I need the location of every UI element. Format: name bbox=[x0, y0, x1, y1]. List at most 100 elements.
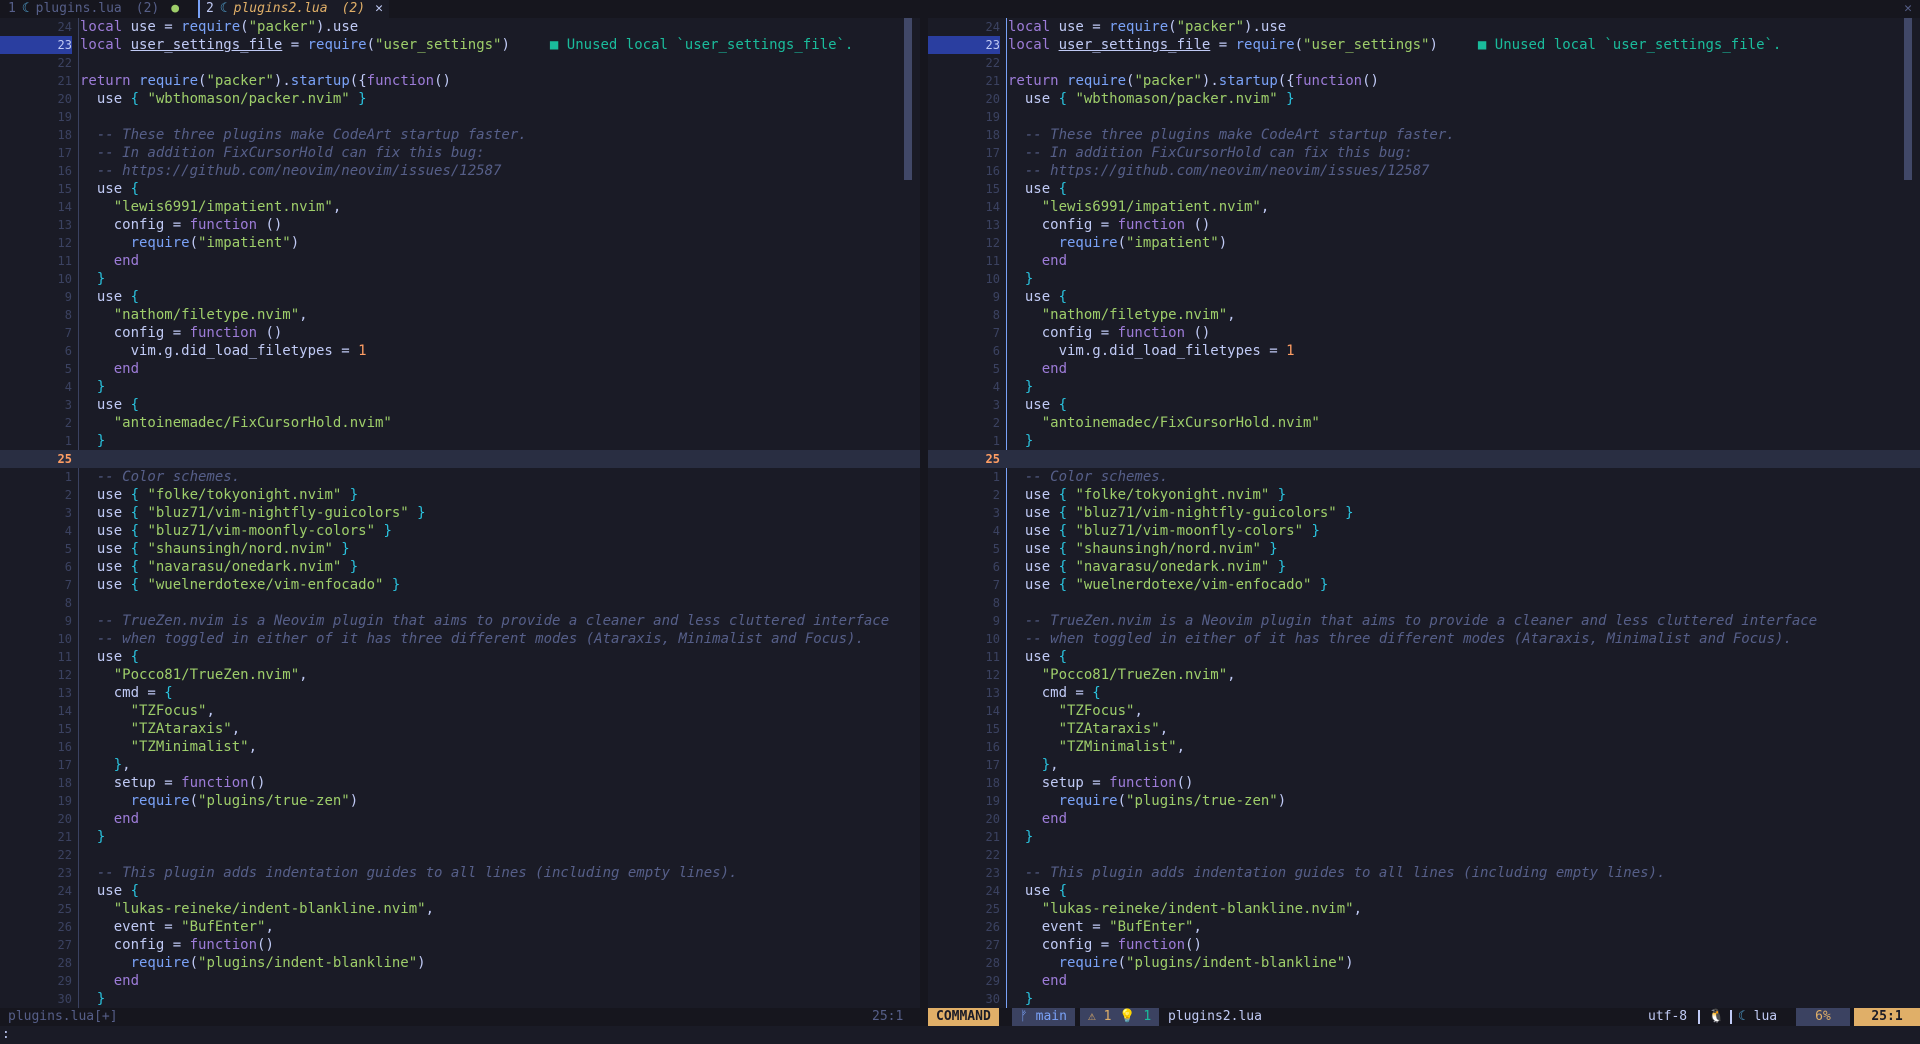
code-line[interactable]: 6 vim.g.did_load_filetypes = 1 bbox=[0, 342, 920, 360]
window-separator[interactable] bbox=[920, 18, 928, 1010]
code-line[interactable]: 16 -- https://github.com/neovim/neovim/i… bbox=[0, 162, 920, 180]
code-line[interactable]: 25 "lukas-reineke/indent-blankline.nvim"… bbox=[928, 900, 1920, 918]
code-line[interactable]: 7 config = function () bbox=[0, 324, 920, 342]
code-line[interactable]: 23 -- This plugin adds indentation guide… bbox=[928, 864, 1920, 882]
code-line[interactable]: 26 event = "BufEnter", bbox=[0, 918, 920, 936]
code-line[interactable]: 13 config = function () bbox=[928, 216, 1920, 234]
code-line[interactable]: 3 use { bbox=[0, 396, 920, 414]
code-line[interactable]: 21 return require("packer").startup({func… bbox=[928, 72, 1920, 90]
code-area[interactable]: 24 local use = require("packer").use 23 loc… bbox=[928, 18, 1920, 1010]
code-line[interactable]: 5 use { "shaunsingh/nord.nvim" } bbox=[0, 540, 920, 558]
code-line[interactable]: 7 config = function () bbox=[928, 324, 1920, 342]
code-line[interactable]: 17 }, bbox=[928, 756, 1920, 774]
code-line[interactable]: 13 cmd = { bbox=[0, 684, 920, 702]
code-line[interactable]: 12 require("impatient") bbox=[0, 234, 920, 252]
code-line[interactable]: 10 } bbox=[928, 270, 1920, 288]
code-line[interactable]: 9 -- TrueZen.nvim is a Neovim plugin tha… bbox=[928, 612, 1920, 630]
tab-plugins-lua[interactable]: 1 ☾ plugins.lua (2) ● bbox=[2, 0, 185, 18]
code-line[interactable]: 9 use { bbox=[928, 288, 1920, 306]
code-line[interactable]: 17 -- In addition FixCursorHold can fix … bbox=[928, 144, 1920, 162]
code-line[interactable]: 28 require("plugins/indent-blankline") bbox=[0, 954, 920, 972]
code-line[interactable]: 12 "Pocco81/TrueZen.nvim", bbox=[928, 666, 1920, 684]
code-line[interactable]: 1 -- Color schemes. bbox=[928, 468, 1920, 486]
code-line[interactable]: 24 use { bbox=[928, 882, 1920, 900]
code-line[interactable]: 22 bbox=[0, 54, 920, 72]
code-line[interactable]: 19 require("plugins/true-zen") bbox=[928, 792, 1920, 810]
code-line[interactable]: 2 "antoinemadec/FixCursorHold.nvim" bbox=[928, 414, 1920, 432]
code-line[interactable]: 29 end bbox=[928, 972, 1920, 990]
code-line[interactable]: 4 use { "bluz71/vim-moonfly-colors" } bbox=[0, 522, 920, 540]
git-branch[interactable]: ᚠ main bbox=[1012, 1008, 1075, 1026]
code-line[interactable]: 10 -- when toggled in either of it has t… bbox=[0, 630, 920, 648]
code-line[interactable]: 6 vim.g.did_load_filetypes = 1 bbox=[928, 342, 1920, 360]
code-line[interactable]: 24 local use = require("packer").use bbox=[928, 18, 1920, 36]
code-line[interactable]: 5 end bbox=[0, 360, 920, 378]
editor-pane-left[interactable]: 24 local use = require("packer").use 23 loc… bbox=[0, 18, 920, 1010]
code-line[interactable]: 19 require("plugins/true-zen") bbox=[0, 792, 920, 810]
code-line[interactable]: 17 }, bbox=[0, 756, 920, 774]
code-line[interactable]: 14 "TZFocus", bbox=[928, 702, 1920, 720]
code-line[interactable]: 10 -- when toggled in either of it has t… bbox=[928, 630, 1920, 648]
code-line[interactable]: 20 use { "wbthomason/packer.nvim" } bbox=[0, 90, 920, 108]
code-line[interactable]: 23 -- This plugin adds indentation guide… bbox=[0, 864, 920, 882]
code-line[interactable]: 18 setup = function() bbox=[928, 774, 1920, 792]
code-line[interactable]: 29 end bbox=[0, 972, 920, 990]
code-area[interactable]: 24 local use = require("packer").use 23 loc… bbox=[0, 18, 920, 1010]
code-line[interactable]: 11 use { bbox=[0, 648, 920, 666]
diagnostics-summary[interactable]: ⚠ 1 💡 1 bbox=[1080, 1008, 1160, 1026]
command-line[interactable]: : bbox=[0, 1026, 1920, 1044]
code-line[interactable]: 9 -- TrueZen.nvim is a Neovim plugin tha… bbox=[0, 612, 920, 630]
code-line[interactable]: 6 use { "navarasu/onedark.nvim" } bbox=[0, 558, 920, 576]
code-line[interactable]: 12 require("impatient") bbox=[928, 234, 1920, 252]
code-line[interactable]: 23 local user_settings_file = require("us… bbox=[0, 36, 920, 54]
editor-pane-right[interactable]: 24 local use = require("packer").use 23 loc… bbox=[928, 18, 1920, 1010]
code-line[interactable]: 16 -- https://github.com/neovim/neovim/i… bbox=[928, 162, 1920, 180]
code-line[interactable]: 26 event = "BufEnter", bbox=[928, 918, 1920, 936]
code-line[interactable]: 4 use { "bluz71/vim-moonfly-colors" } bbox=[928, 522, 1920, 540]
code-line[interactable]: 21 return require("packer").startup({func… bbox=[0, 72, 920, 90]
close-icon[interactable]: ✕ bbox=[375, 1, 383, 16]
tab-plugins2-lua[interactable]: 2 ☾ plugins2.lua (2) ✕ bbox=[198, 0, 389, 18]
code-line[interactable]: 2 use { "folke/tokyonight.nvim" } bbox=[928, 486, 1920, 504]
code-line[interactable]: 24 local use = require("packer").use bbox=[0, 18, 920, 36]
code-line[interactable]: 20 use { "wbthomason/packer.nvim" } bbox=[928, 90, 1920, 108]
code-line[interactable]: 14 "lewis6991/impatient.nvim", bbox=[0, 198, 920, 216]
code-line[interactable]: 3 use { bbox=[928, 396, 1920, 414]
code-line[interactable]: 19 bbox=[928, 108, 1920, 126]
code-line[interactable]: 16 "TZMinimalist", bbox=[0, 738, 920, 756]
code-line[interactable]: 11 end bbox=[0, 252, 920, 270]
code-line[interactable]: 5 end bbox=[928, 360, 1920, 378]
code-line[interactable]: 30 } bbox=[928, 990, 1920, 1008]
code-line[interactable]: 1 } bbox=[0, 432, 920, 450]
code-line[interactable]: 15 "TZAtaraxis", bbox=[928, 720, 1920, 738]
code-line[interactable]: 11 end bbox=[928, 252, 1920, 270]
code-line[interactable]: 1 } bbox=[928, 432, 1920, 450]
code-line[interactable]: 2 use { "folke/tokyonight.nvim" } bbox=[0, 486, 920, 504]
scrollbar[interactable] bbox=[1904, 18, 1912, 180]
code-line[interactable]: 22 bbox=[928, 846, 1920, 864]
code-line[interactable]: 7 use { "wuelnerdotexe/vim-enfocado" } bbox=[928, 576, 1920, 594]
code-line[interactable]: 3 use { "bluz71/vim-nightfly-guicolors" … bbox=[0, 504, 920, 522]
code-line[interactable]: 30 } bbox=[0, 990, 920, 1008]
cursor-line[interactable]: 25 bbox=[928, 450, 1920, 468]
code-line[interactable]: 20 end bbox=[0, 810, 920, 828]
code-line[interactable]: 14 "TZFocus", bbox=[0, 702, 920, 720]
code-line[interactable]: 18 -- These three plugins make CodeArt s… bbox=[0, 126, 920, 144]
code-line[interactable]: 4 } bbox=[0, 378, 920, 396]
code-line[interactable]: 14 "lewis6991/impatient.nvim", bbox=[928, 198, 1920, 216]
code-line[interactable]: 11 use { bbox=[928, 648, 1920, 666]
code-line[interactable]: 12 "Pocco81/TrueZen.nvim", bbox=[0, 666, 920, 684]
cursor-line[interactable]: 25 bbox=[0, 450, 920, 468]
code-line[interactable]: 15 use { bbox=[928, 180, 1920, 198]
code-line[interactable]: 7 use { "wuelnerdotexe/vim-enfocado" } bbox=[0, 576, 920, 594]
code-line[interactable]: 15 "TZAtaraxis", bbox=[0, 720, 920, 738]
scrollbar[interactable] bbox=[904, 18, 912, 180]
code-line[interactable]: 20 end bbox=[928, 810, 1920, 828]
code-line[interactable]: 19 bbox=[0, 108, 920, 126]
code-line[interactable]: 8 bbox=[928, 594, 1920, 612]
code-line[interactable]: 27 config = function() bbox=[0, 936, 920, 954]
close-all-icon[interactable]: ✕ bbox=[1904, 0, 1912, 18]
code-line[interactable]: 8 bbox=[0, 594, 920, 612]
code-line[interactable]: 21 } bbox=[0, 828, 920, 846]
code-line[interactable]: 22 bbox=[0, 846, 920, 864]
